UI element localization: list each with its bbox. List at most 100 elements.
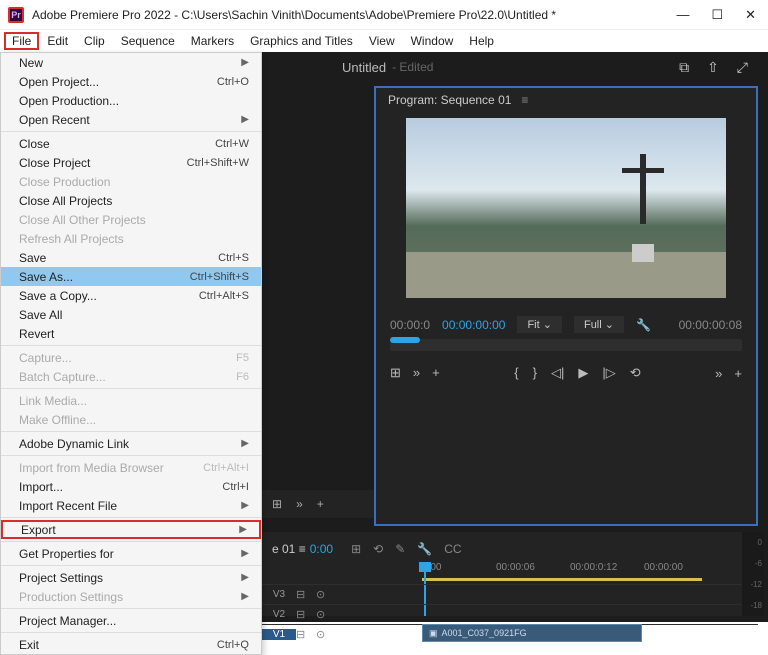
src-snap-icon[interactable]: ⊞: [272, 497, 282, 511]
menu-item-refresh-all-projects[interactable]: Refresh All Projects: [1, 229, 261, 248]
loop-icon[interactable]: ⟲: [630, 365, 641, 381]
menu-item-open-recent[interactable]: Open Recent▶: [1, 110, 261, 129]
cc-icon[interactable]: CC: [444, 542, 461, 556]
prog-raquo-icon[interactable]: »: [715, 366, 722, 381]
workspace-header: Untitled - Edited ⧉ ⇧ ⤢: [262, 52, 768, 82]
add-icon[interactable]: +: [432, 365, 440, 381]
close-button[interactable]: ✕: [745, 7, 756, 23]
prog-plus-icon[interactable]: +: [734, 366, 742, 381]
mark-out-icon[interactable]: }: [533, 365, 537, 381]
settings-icon[interactable]: 🔧: [636, 318, 651, 332]
menu-item-save-as[interactable]: Save As...Ctrl+Shift+S: [1, 267, 261, 286]
program-preview[interactable]: [406, 118, 726, 298]
menu-window[interactable]: Window: [403, 32, 462, 50]
quality-select[interactable]: Full ⌄: [574, 316, 624, 333]
menu-item-save-a-copy[interactable]: Save a Copy...Ctrl+Alt+S: [1, 286, 261, 305]
workspace-tab[interactable]: Untitled: [342, 60, 386, 75]
titlebar: Pr Adobe Premiere Pro 2022 - C:\Users\Sa…: [0, 0, 768, 30]
mark-in-icon[interactable]: {: [514, 365, 518, 381]
menu-item-production-settings[interactable]: Production Settings▶: [1, 587, 261, 606]
clip-label: A001_C037_0921FG: [442, 628, 527, 638]
window-title: Adobe Premiere Pro 2022 - C:\Users\Sachi…: [32, 8, 676, 22]
src-plus-icon[interactable]: +: [317, 497, 324, 511]
audio-meter: 0-6-12-18: [742, 532, 764, 616]
eye-icon[interactable]: ⊙: [316, 628, 336, 641]
menubar: File Edit Clip Sequence Markers Graphics…: [0, 30, 768, 52]
file-dropdown: New▶Open Project...Ctrl+OOpen Production…: [0, 52, 262, 655]
menu-graphics[interactable]: Graphics and Titles: [242, 32, 361, 50]
menu-item-import[interactable]: Import...Ctrl+I: [1, 477, 261, 496]
program-duration: 00:00:00:08: [679, 318, 742, 332]
timeline-clip[interactable]: ▣ A001_C037_0921FG: [422, 624, 642, 642]
menu-item-close-all-other-projects[interactable]: Close All Other Projects: [1, 210, 261, 229]
menu-item-open-production[interactable]: Open Production...: [1, 91, 261, 110]
menu-file[interactable]: File: [4, 32, 39, 50]
menu-item-batch-capture[interactable]: Batch Capture...F6: [1, 367, 261, 386]
snap-icon[interactable]: ⊞: [351, 542, 361, 556]
work-area-bar[interactable]: [422, 578, 702, 581]
menu-item-import-from-media-browser[interactable]: Import from Media BrowserCtrl+Alt+I: [1, 458, 261, 477]
menu-item-close[interactable]: CloseCtrl+W: [1, 134, 261, 153]
step-fwd-icon[interactable]: |▷: [602, 365, 615, 381]
menu-item-save-all[interactable]: Save All: [1, 305, 261, 324]
maximize-button[interactable]: ☐: [711, 7, 723, 23]
program-time-left: 00:00:0: [390, 318, 430, 332]
target-icon[interactable]: ⊟: [296, 608, 316, 621]
menu-clip[interactable]: Clip: [76, 32, 113, 50]
menu-item-close-production[interactable]: Close Production: [1, 172, 261, 191]
menu-help[interactable]: Help: [461, 32, 502, 50]
program-menu-icon[interactable]: ≡: [521, 93, 528, 107]
source-controls-strip: ⊞ » +: [262, 490, 378, 518]
film-icon: ▣: [429, 628, 438, 639]
link-icon[interactable]: ⟲: [373, 542, 383, 556]
program-scrubber[interactable]: [390, 339, 742, 351]
menu-item-revert[interactable]: Revert: [1, 324, 261, 343]
overwrite-icon[interactable]: »: [413, 365, 420, 381]
target-icon[interactable]: ⊟: [296, 628, 316, 641]
sequence-header: e 01 ≡ 0:00 ⊞ ⟲ ✎ 🔧 CC: [262, 532, 758, 566]
menu-sequence[interactable]: Sequence: [113, 32, 183, 50]
menu-item-import-recent-file[interactable]: Import Recent File▶: [1, 496, 261, 515]
program-timecode[interactable]: 00:00:00:00: [442, 318, 505, 332]
step-back-icon[interactable]: ◁|: [551, 365, 564, 381]
zoom-fit-select[interactable]: Fit ⌄: [517, 316, 562, 333]
menu-item-exit[interactable]: ExitCtrl+Q: [1, 635, 261, 654]
wrench-icon[interactable]: 🔧: [417, 542, 432, 556]
insert-icon[interactable]: ⊞: [390, 365, 401, 381]
app-icon: Pr: [8, 7, 24, 23]
menu-item-adobe-dynamic-link[interactable]: Adobe Dynamic Link▶: [1, 434, 261, 453]
menu-item-project-manager[interactable]: Project Manager...: [1, 611, 261, 630]
timeline[interactable]: 3:00 00:00:06 00:00:0:12 00:00:00 V3⊟⊙ V…: [262, 562, 758, 616]
menu-item-close-project[interactable]: Close ProjectCtrl+Shift+W: [1, 153, 261, 172]
menu-item-open-project[interactable]: Open Project...Ctrl+O: [1, 72, 261, 91]
menu-markers[interactable]: Markers: [183, 32, 242, 50]
sequence-tab[interactable]: e 01 ≡: [272, 542, 306, 556]
src-raquo-icon[interactable]: »: [296, 497, 303, 511]
workspace-edited: - Edited: [392, 60, 433, 74]
menu-item-new[interactable]: New▶: [1, 53, 261, 72]
minimize-button[interactable]: —: [676, 7, 689, 23]
menu-view[interactable]: View: [361, 32, 403, 50]
eye-icon[interactable]: ⊙: [316, 608, 336, 621]
play-icon[interactable]: ▶: [578, 365, 588, 381]
program-monitor: Program: Sequence 01 ≡ 00:00:0 00:00:00:…: [374, 86, 758, 526]
menu-item-save[interactable]: SaveCtrl+S: [1, 248, 261, 267]
track-v2[interactable]: V2⊟⊙: [262, 604, 758, 624]
marker-tool-icon[interactable]: ✎: [395, 542, 405, 556]
menu-item-export[interactable]: Export▶: [1, 520, 261, 539]
share-icon[interactable]: ⇧: [707, 59, 719, 76]
menu-item-close-all-projects[interactable]: Close All Projects: [1, 191, 261, 210]
eye-icon[interactable]: ⊙: [316, 588, 336, 601]
program-tab[interactable]: Program: Sequence 01: [388, 93, 511, 107]
sequence-timecode[interactable]: 0:00: [310, 542, 333, 556]
menu-item-capture[interactable]: Capture...F5: [1, 348, 261, 367]
track-v3[interactable]: V3⊟⊙: [262, 584, 758, 604]
target-icon[interactable]: ⊟: [296, 588, 316, 601]
menu-edit[interactable]: Edit: [39, 32, 76, 50]
menu-item-link-media[interactable]: Link Media...: [1, 391, 261, 410]
new-window-icon[interactable]: ⧉: [679, 59, 689, 76]
menu-item-make-offline[interactable]: Make Offline...: [1, 410, 261, 429]
expand-icon[interactable]: ⤢: [737, 59, 748, 76]
menu-item-project-settings[interactable]: Project Settings▶: [1, 568, 261, 587]
menu-item-get-properties-for[interactable]: Get Properties for▶: [1, 544, 261, 563]
